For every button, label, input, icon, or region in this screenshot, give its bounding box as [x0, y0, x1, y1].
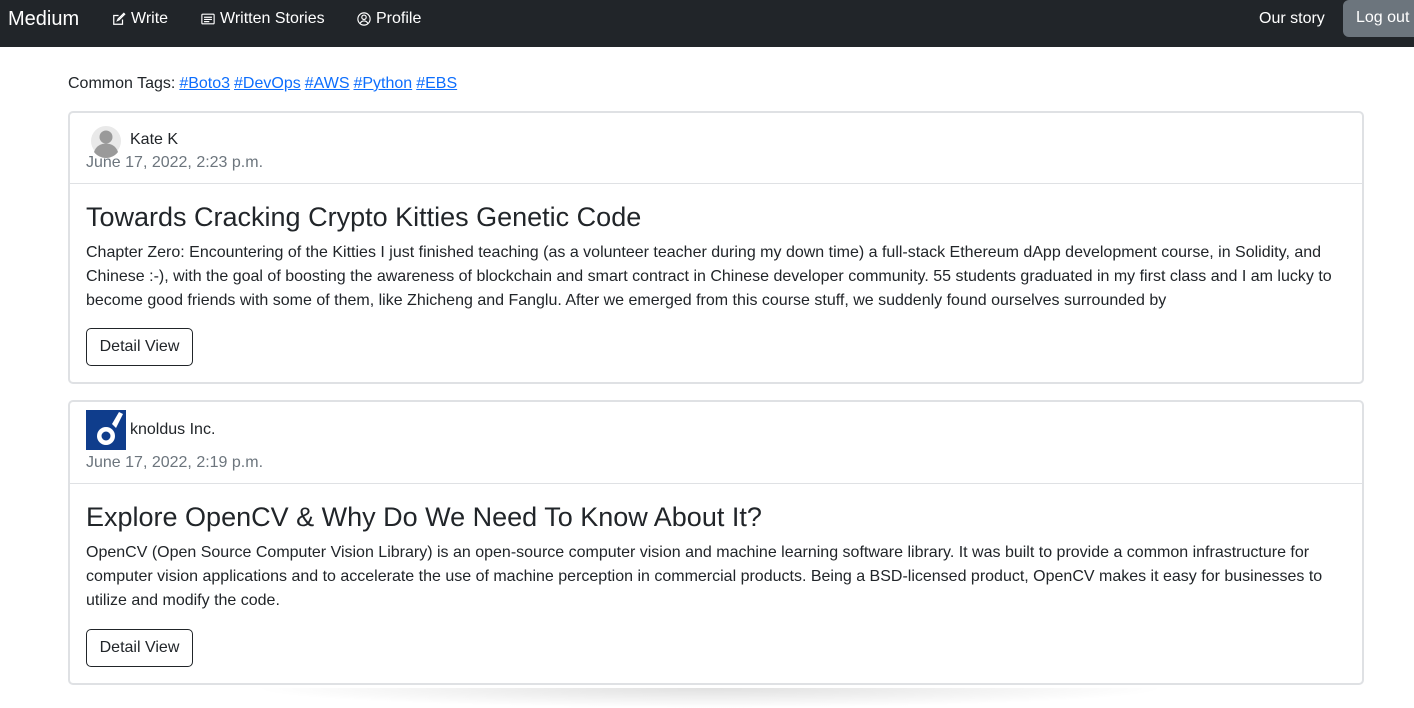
story-excerpt: OpenCV (Open Source Computer Vision Libr… [86, 544, 1323, 609]
tag-link-ebs[interactable]: #EBS [416, 75, 457, 92]
list-card-icon [201, 12, 215, 26]
tag-link-devops[interactable]: #DevOps [234, 75, 301, 92]
post-date: June 17, 2022, 2:23 p.m. [86, 154, 264, 171]
scroll-shadow [250, 688, 1170, 708]
story-excerpt: Chapter Zero: Encountering of the Kittie… [86, 244, 1332, 309]
story-title: Towards Cracking Crypto Kitties Genetic … [86, 202, 642, 232]
common-tags: Common Tags: #Boto3 #DevOps #AWS #Python #EBS [68, 74, 461, 93]
common-tags-label: Common Tags: [68, 75, 176, 92]
nav-written-stories-label: Written Stories [220, 10, 325, 27]
person-circle-icon [357, 12, 371, 26]
nav-profile[interactable]: Profile [357, 10, 421, 28]
top-navbar: Medium Write Written Stories Profile Our… [0, 0, 1414, 47]
post-date: June 17, 2022, 2:19 p.m. [86, 454, 264, 471]
nav-profile-label: Profile [376, 10, 422, 27]
card-header: knoldus Inc. June 17, 2022, 2:19 p.m. [70, 402, 1362, 484]
pencil-square-icon [112, 12, 126, 26]
nav-write[interactable]: Write [112, 10, 168, 28]
brand-logo[interactable]: Medium [8, 8, 79, 30]
detail-view-button[interactable]: Detail View [86, 328, 193, 366]
author-name: knoldus Inc. [130, 421, 216, 438]
tag-link-boto3[interactable]: #Boto3 [179, 75, 230, 92]
nav-write-label: Write [131, 10, 169, 27]
nav-written-stories[interactable]: Written Stories [201, 10, 325, 28]
tag-link-python[interactable]: #Python [353, 75, 412, 92]
tag-link-aws[interactable]: #AWS [305, 75, 350, 92]
author-row: knoldus Inc. [86, 410, 215, 450]
knoldus-logo-icon [86, 410, 126, 450]
logout-button[interactable]: Log out [1343, 0, 1414, 37]
nav-our-story[interactable]: Our story [1259, 10, 1325, 28]
author-name: Kate K [130, 131, 179, 148]
detail-view-button[interactable]: Detail View [86, 629, 193, 667]
story-card: Kate K June 17, 2022, 2:23 p.m. Towards … [68, 111, 1364, 384]
card-header: Kate K June 17, 2022, 2:23 p.m. [70, 113, 1362, 184]
story-title: Explore OpenCV & Why Do We Need To Know … [86, 502, 762, 532]
story-card: knoldus Inc. June 17, 2022, 2:19 p.m. Ex… [68, 400, 1364, 685]
